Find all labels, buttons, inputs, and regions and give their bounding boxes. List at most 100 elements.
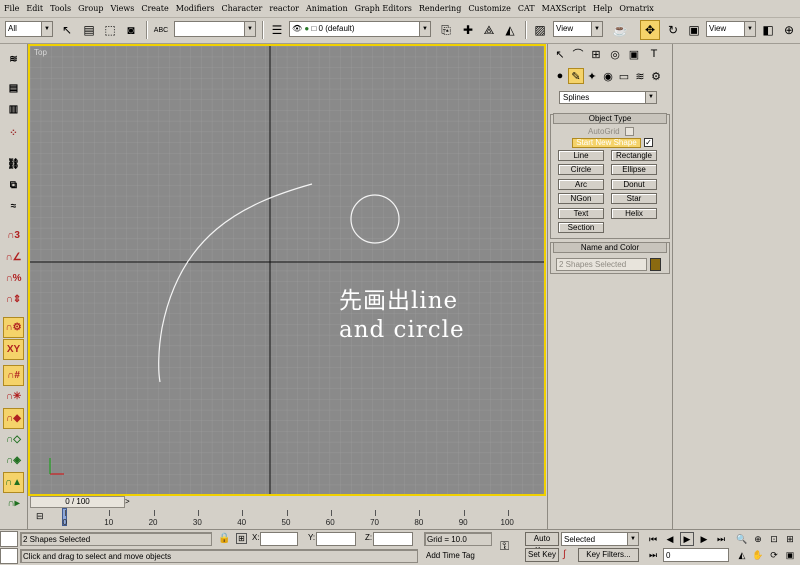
utilities-tab-icon[interactable]: T [646, 46, 662, 62]
new-layer-button[interactable]: ⎘ [436, 20, 456, 40]
key-mode-toggle-icon[interactable]: ⏭ [646, 548, 660, 562]
scene-explorer-button[interactable]: ▤ [3, 78, 24, 99]
select-by-name-button[interactable]: ▤ [79, 20, 99, 40]
key-filters-button[interactable]: Key Filters... [578, 548, 639, 562]
create-tab-icon[interactable]: ↖ [552, 46, 568, 62]
select-object-button[interactable]: ↖ [57, 20, 77, 40]
named-selection-dropdown[interactable]: ▼ [174, 21, 256, 37]
select-and-move-button[interactable]: ✥ [640, 20, 660, 40]
midpoint-snap-button[interactable]: ∩▸ [3, 493, 24, 514]
rectangle-button[interactable]: Rectangle [611, 150, 657, 161]
edge-snap-button[interactable]: ∩◈ [3, 450, 24, 471]
snap-3d-button[interactable]: ∩3 [3, 225, 24, 246]
menu-modifiers[interactable]: Modifiers [176, 4, 215, 13]
render-setup-button[interactable]: ☕ [610, 20, 630, 40]
face-snap-button[interactable]: ∩▲ [3, 472, 24, 493]
material-editor-button[interactable]: ⁘ [3, 123, 24, 144]
star-button[interactable]: Star [611, 193, 657, 204]
x-coordinate-field[interactable] [260, 532, 298, 546]
systems-category-icon[interactable]: ⚙ [648, 68, 664, 84]
reference-coordinate-dropdown[interactable]: View ▼ [553, 21, 603, 37]
maxscript-listener-mini[interactable] [0, 531, 18, 547]
menu-group[interactable]: Group [78, 4, 103, 13]
start-new-shape-button[interactable]: Start New Shape [572, 138, 641, 148]
next-frame-icon[interactable]: ▶ [697, 532, 711, 546]
y-coordinate-field[interactable] [316, 532, 356, 546]
menu-character[interactable]: Character [221, 4, 262, 13]
name-and-color-rollout-header[interactable]: Name and Color [553, 242, 667, 253]
geometry-category-icon[interactable]: ● [552, 68, 568, 84]
object-name-field[interactable]: 2 Shapes Selected [556, 258, 647, 271]
use-pivot-center-button[interactable]: ◧ [758, 20, 778, 40]
add-time-tag-button[interactable]: Add Time Tag [424, 549, 492, 563]
menu-customize[interactable]: Customize [468, 4, 511, 13]
lock-selection-icon[interactable]: 🔒 [218, 533, 230, 544]
snap-toggle-button[interactable]: ∩⚙ [3, 317, 24, 338]
window-crossing-button[interactable]: ◙ [121, 20, 141, 40]
helpers-category-icon[interactable]: ▭ [616, 68, 632, 84]
start-new-shape-checkbox[interactable]: ✓ [644, 138, 653, 147]
field-of-view-icon[interactable]: ◭ [735, 548, 749, 562]
top-viewport[interactable]: Top 先画出line and circle [28, 44, 546, 496]
time-slider[interactable]: 0 / 100 > [28, 496, 546, 508]
viewport-canvas[interactable] [30, 46, 544, 494]
current-frame-field[interactable]: 0 [663, 548, 729, 562]
absolute-mode-toggle-icon[interactable]: ⊞ [236, 533, 247, 544]
maxscript-listener-mini-2[interactable] [0, 548, 18, 564]
section-button[interactable]: Section [558, 222, 604, 233]
go-to-end-icon[interactable]: ⏭ [714, 532, 728, 546]
menu-reactor[interactable]: reactor [269, 4, 299, 13]
add-selection-to-layer-button[interactable]: ✚ [458, 20, 478, 40]
menu-file[interactable]: File [4, 4, 19, 13]
menu-cat[interactable]: CAT [518, 4, 535, 13]
reference-coordinate-dropdown-2[interactable]: View ▼ [706, 21, 756, 37]
select-and-manipulate-button[interactable]: ⊕ [779, 20, 799, 40]
curve-editor-button[interactable]: ▨ [530, 20, 550, 40]
menu-graph-editors[interactable]: Graph Editors [355, 4, 412, 13]
select-objects-in-layer-button[interactable]: ⟁ [479, 20, 499, 40]
menu-create[interactable]: Create [141, 4, 168, 13]
circle-button[interactable]: Circle [558, 164, 604, 175]
zoom-all-icon[interactable]: ⊕ [751, 532, 765, 546]
play-icon[interactable]: ▶ [680, 532, 694, 546]
unlink-button[interactable]: ⧉ [3, 175, 24, 196]
shape-category-dropdown[interactable]: Splines ▼ [559, 91, 657, 104]
go-to-start-icon[interactable]: ⏮ [646, 532, 660, 546]
zoom-extents-all-icon[interactable]: ⊞ [783, 532, 797, 546]
endpoint-snap-button[interactable]: ∩◇ [3, 429, 24, 450]
orbit-icon[interactable]: ⟳ [767, 548, 781, 562]
menu-views[interactable]: Views [110, 4, 134, 13]
ngon-button[interactable]: NGon [558, 193, 604, 204]
key-mode-dropdown[interactable]: Selected ▼ [561, 532, 639, 546]
set-key-button[interactable]: Set Key [525, 548, 559, 562]
line-button[interactable]: Line [558, 150, 604, 161]
menu-ornatrix[interactable]: Ornatrix [619, 4, 653, 13]
rectangular-selection-button[interactable]: ⬚ [100, 20, 120, 40]
menu-maxscript[interactable]: MAXScript [542, 4, 586, 13]
key-icon[interactable]: ⚿ [500, 539, 509, 554]
layer-dropdown[interactable]: 👁 ● □ 0 (default) ▼ [289, 21, 431, 37]
pan-hand-icon[interactable]: ✋ [751, 548, 765, 562]
space-warps-category-icon[interactable]: ≋ [632, 68, 648, 84]
mini-curve-editor-icon[interactable]: ⊟ [36, 511, 44, 522]
spinner-snap-button[interactable]: ∩⇕ [3, 289, 24, 310]
set-current-layer-button[interactable]: ◭ [500, 20, 520, 40]
cameras-category-icon[interactable]: ◉ [600, 68, 616, 84]
track-bar[interactable]: ⊟ 0 10 20 30 40 50 60 70 80 90 100 [28, 508, 546, 529]
z-coordinate-field[interactable] [373, 532, 413, 546]
select-and-rotate-button[interactable]: ↻ [663, 20, 683, 40]
lights-category-icon[interactable]: ✦ [584, 68, 600, 84]
spelling-button[interactable]: ABC [151, 20, 171, 40]
menu-animation[interactable]: Animation [306, 4, 348, 13]
time-slider-thumb[interactable]: 0 / 100 [30, 496, 125, 508]
arc-button[interactable]: Arc [558, 179, 604, 190]
maximize-viewport-icon[interactable]: ▣ [783, 548, 797, 562]
layer-manager-button[interactable]: ☰ [267, 20, 287, 40]
key-curve-icon[interactable]: ∫ [563, 549, 566, 560]
selection-filter-dropdown[interactable]: All ▼ [5, 21, 53, 37]
display-tab-icon[interactable]: ▣ [626, 46, 642, 62]
zoom-icon[interactable]: 🔍 [735, 532, 749, 546]
autogrid-checkbox[interactable] [625, 127, 634, 136]
text-button[interactable]: Text [558, 208, 604, 219]
layer-explorer-button[interactable]: ▥ [3, 99, 24, 120]
